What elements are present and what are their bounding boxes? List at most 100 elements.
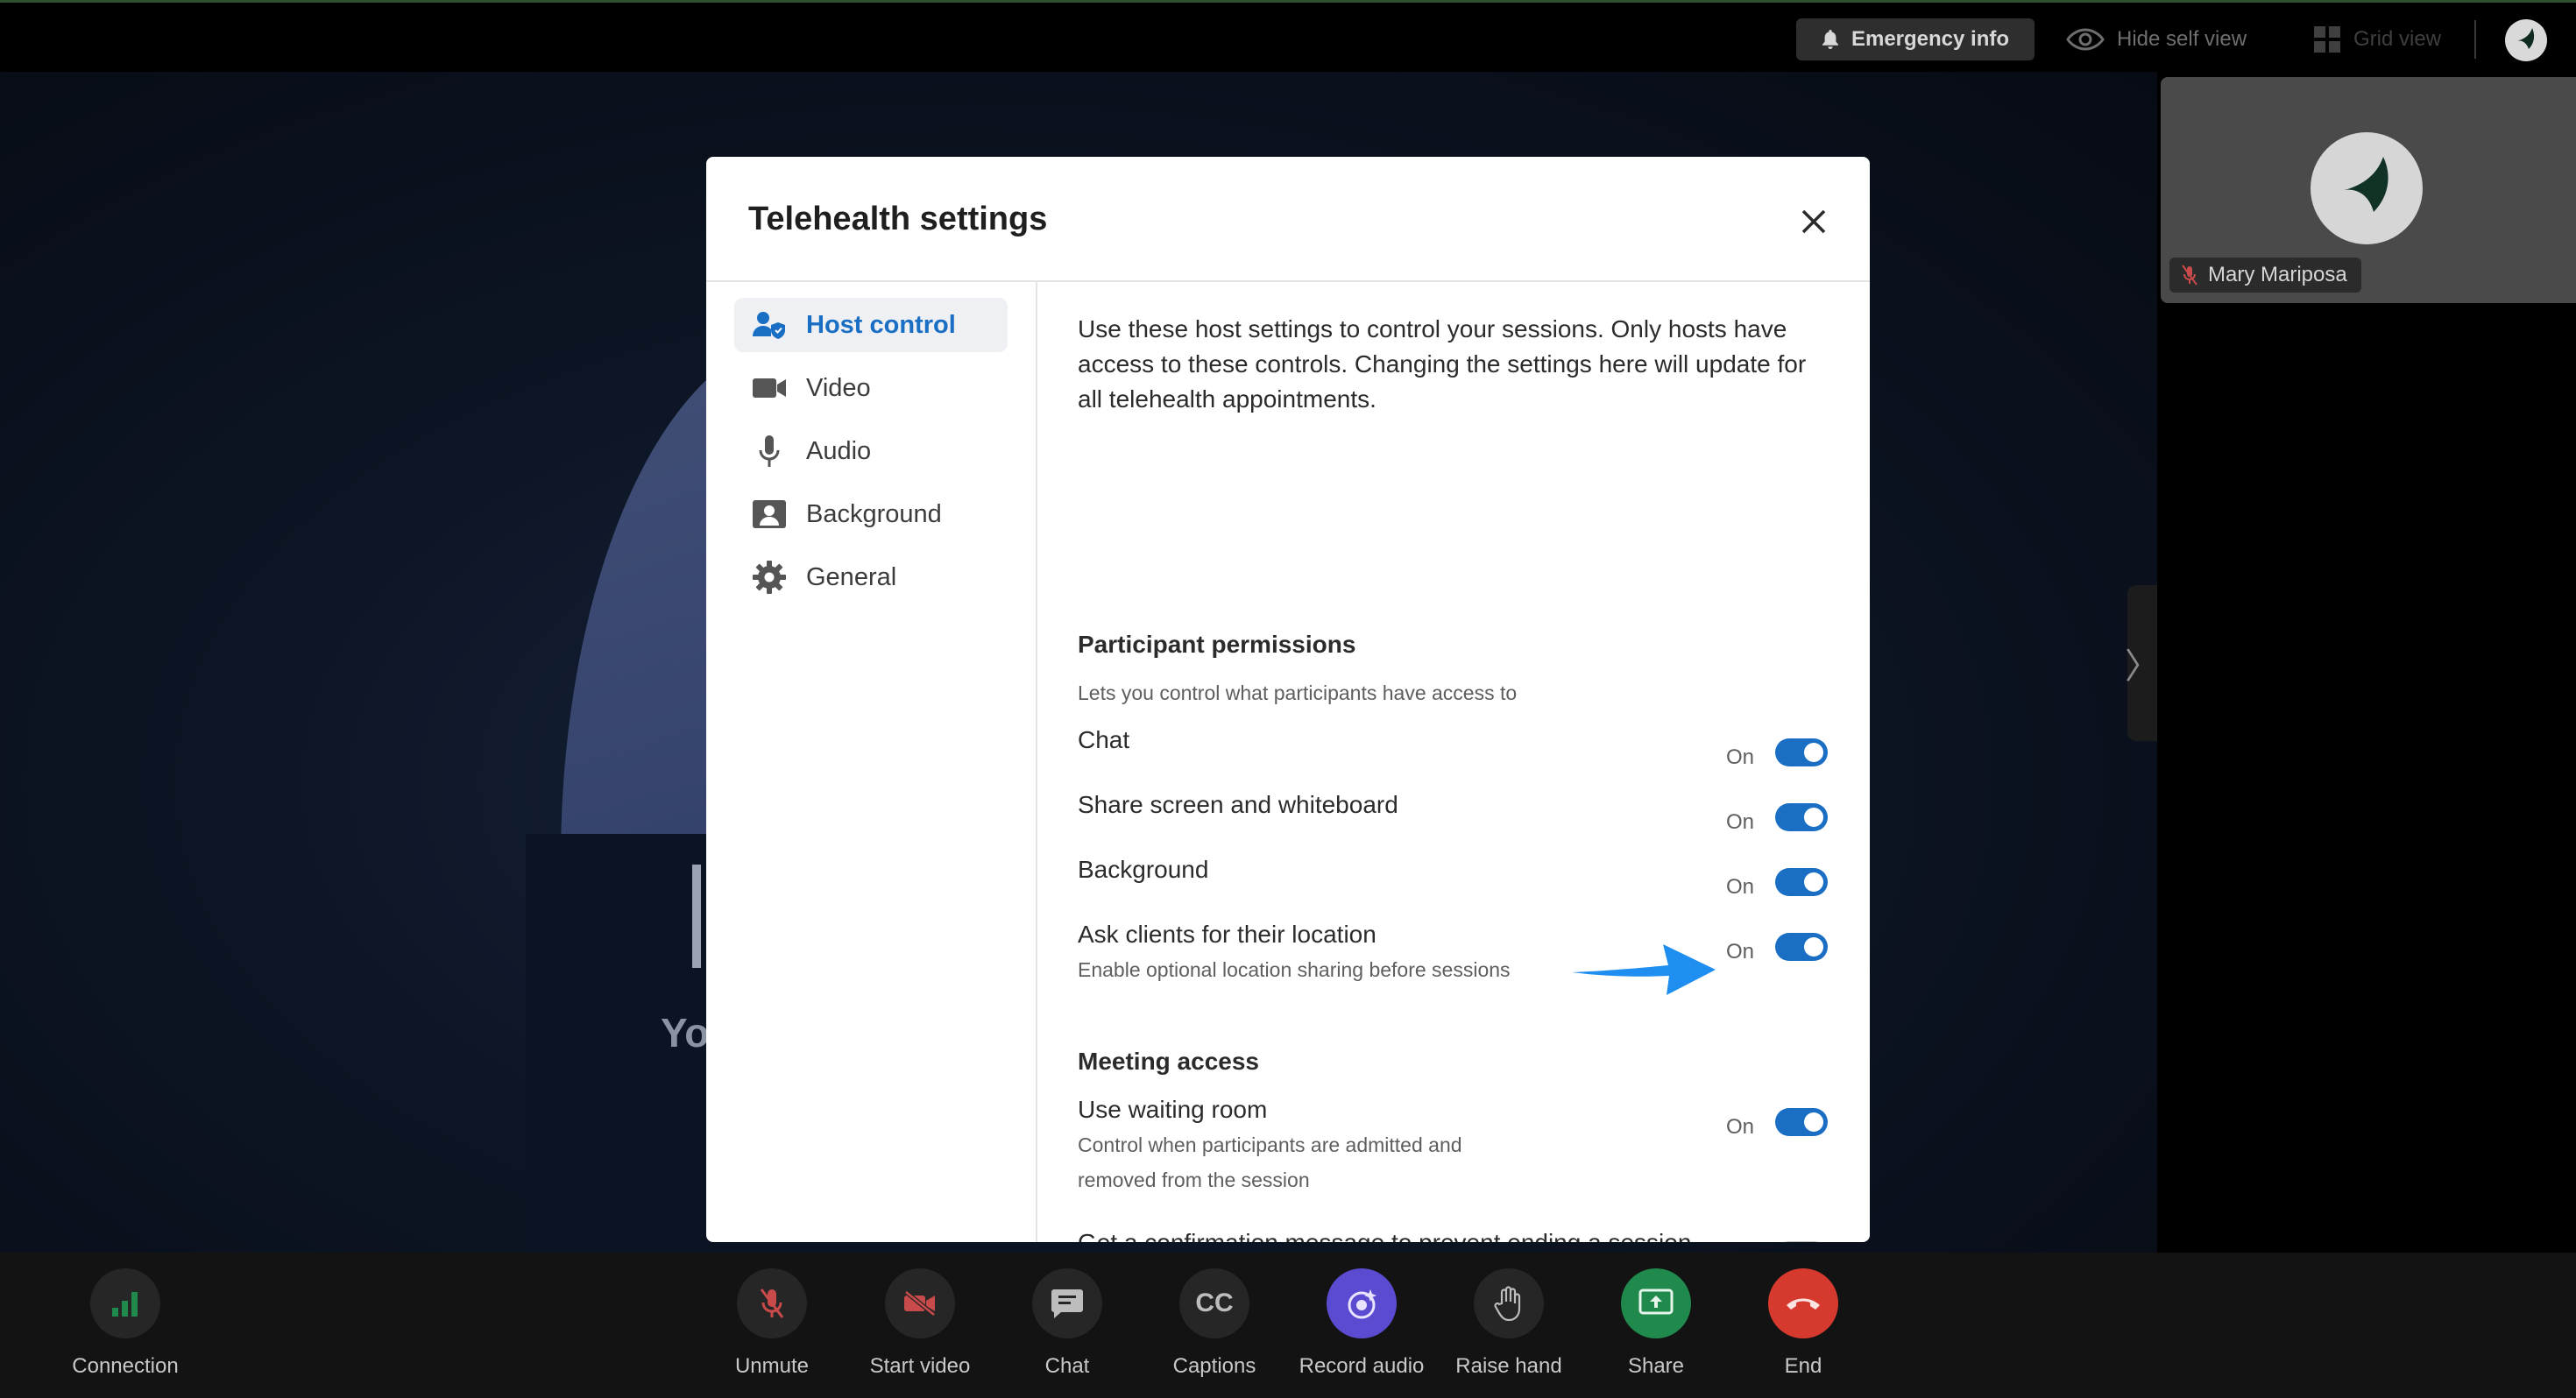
share-label: Share — [1627, 1354, 1685, 1378]
hide-self-view-label: Hide self view — [2117, 27, 2247, 51]
host-control-intro: Use these host settings to control your … — [1078, 315, 1807, 413]
emergency-info-button[interactable]: Emergency info — [1796, 18, 2035, 60]
connection-label: Connection — [72, 1354, 179, 1378]
participant-permissions-subtitle: Lets you control what participants have … — [1078, 681, 1518, 704]
raise-hand-button[interactable]: Raise hand — [1443, 1268, 1575, 1379]
captions-label: Captions — [1172, 1354, 1256, 1378]
setting-chat-label: Chat — [1078, 726, 1130, 753]
setting-share-screen-label: Share screen and whiteboard — [1078, 791, 1398, 818]
toggle-knob — [1804, 743, 1823, 762]
grid-view-button[interactable]: Grid view — [2313, 20, 2441, 59]
grid-view-label: Grid view — [2353, 27, 2442, 51]
waiting-room-toggle[interactable] — [1775, 1108, 1828, 1136]
topbar-divider — [2474, 20, 2476, 59]
end-call-label: End — [1784, 1354, 1822, 1378]
raise-hand-circle — [1474, 1268, 1544, 1338]
participant-permissions-title: Participant permissions — [1078, 631, 1356, 658]
bell-icon — [1822, 30, 1838, 49]
panel-expand-handle[interactable]: 〉 — [2125, 585, 2160, 741]
background-toggle[interactable] — [1775, 868, 1828, 896]
sidebar-item-host-control[interactable]: Host control — [734, 298, 1008, 352]
toggle-knob — [1804, 937, 1823, 957]
share-button[interactable]: Share — [1590, 1268, 1722, 1379]
sidebar-item-video[interactable]: Video — [734, 361, 1008, 415]
close-button[interactable] — [1794, 202, 1833, 241]
annotation-arrow-icon — [1572, 944, 1716, 995]
video-off-icon — [904, 1290, 936, 1317]
chat-button[interactable]: Chat — [1001, 1268, 1133, 1379]
eye-icon — [2066, 28, 2105, 51]
brand-logo-icon — [2505, 19, 2547, 61]
host-control-panel: Use these host settings to control your … — [1078, 282, 1831, 1242]
self-name-label: Mary Mariposa — [2208, 263, 2347, 286]
telehealth-settings-dialog: Telehealth settings Host control Video A… — [706, 157, 1870, 1242]
microphone-icon — [752, 434, 787, 469]
bottom-toolbar: Connection Unmute Start video Chat CC Ca… — [0, 1253, 2576, 1398]
self-view-tile: Mary Mariposa — [2161, 77, 2576, 303]
self-name-badge: Mary Mariposa — [2169, 258, 2361, 293]
setting-location-description: Enable optional location sharing before … — [1078, 958, 1511, 981]
setting-location-label: Ask clients for their location — [1078, 921, 1376, 948]
stage-graphic-bar — [692, 865, 701, 968]
start-video-label: Start video — [869, 1354, 971, 1378]
end-call-circle — [1768, 1268, 1838, 1338]
chat-label: Chat — [1044, 1354, 1090, 1378]
record-audio-button[interactable]: Record audio — [1296, 1268, 1427, 1379]
sidebar-item-audio[interactable]: Audio — [734, 424, 1008, 478]
unmute-circle — [737, 1268, 807, 1338]
share-screen-toggle[interactable] — [1775, 803, 1828, 831]
captions-button[interactable]: CC Captions — [1149, 1268, 1280, 1379]
hide-self-view-button[interactable]: Hide self view — [2066, 20, 2247, 59]
setting-background-label: Background — [1078, 856, 1209, 883]
unmute-label: Unmute — [734, 1354, 810, 1378]
meeting-access-title: Meeting access — [1078, 1048, 1259, 1075]
chevron-right-icon: 〉 — [2125, 647, 2160, 686]
record-audio-label: Record audio — [1299, 1354, 1425, 1378]
setting-waiting-room-state: On — [1725, 1115, 1754, 1139]
toggle-knob — [1804, 1112, 1823, 1132]
setting-chat-state: On — [1725, 745, 1754, 769]
participants-panel — [2157, 303, 2576, 1253]
start-video-button[interactable]: Start video — [854, 1268, 986, 1379]
captions-circle: CC — [1179, 1268, 1249, 1338]
sidebar-item-label: General — [806, 562, 897, 591]
start-video-circle — [885, 1268, 955, 1338]
connection-button[interactable]: Connection — [60, 1268, 191, 1379]
connection-circle — [90, 1268, 160, 1338]
setting-waiting-room-label: Use waiting room — [1078, 1096, 1268, 1123]
setting-share-screen-state: On — [1725, 810, 1754, 834]
unmute-button[interactable]: Unmute — [706, 1268, 838, 1379]
setting-waiting-room-description-2: removed from the session — [1078, 1169, 1310, 1191]
self-avatar-logo-icon — [2311, 132, 2423, 244]
share-circle — [1621, 1268, 1691, 1338]
chat-toggle[interactable] — [1775, 738, 1828, 766]
mic-muted-icon — [2182, 265, 2197, 286]
hand-icon — [1494, 1286, 1521, 1321]
gear-icon — [752, 560, 787, 595]
sidebar-item-label: Background — [806, 499, 942, 528]
host-control-icon — [752, 307, 787, 342]
chat-circle — [1032, 1268, 1102, 1338]
confirm-end-toggle[interactable] — [1775, 1241, 1828, 1242]
end-call-icon — [1787, 1298, 1820, 1310]
video-camera-icon — [752, 371, 787, 406]
end-call-button[interactable]: End — [1737, 1268, 1869, 1379]
stage-partial-text: Yo — [661, 1010, 710, 1056]
close-icon — [1801, 209, 1826, 234]
sidebar-item-label: Video — [806, 373, 871, 402]
sidebar-item-background[interactable]: Background — [734, 487, 1008, 541]
captions-icon: CC — [1195, 1289, 1234, 1317]
grid-icon — [2314, 26, 2340, 53]
record-audio-circle — [1327, 1268, 1397, 1338]
share-screen-icon — [1638, 1289, 1674, 1315]
setting-background-state: On — [1725, 875, 1754, 899]
background-icon — [752, 497, 787, 532]
location-toggle[interactable] — [1775, 933, 1828, 961]
setting-waiting-room-description-1: Control when participants are admitted a… — [1078, 1133, 1462, 1156]
signal-bars-icon — [112, 1292, 138, 1317]
dialog-header: Telehealth settings — [706, 157, 1870, 282]
sidebar-item-general[interactable]: General — [734, 550, 1008, 604]
dialog-title: Telehealth settings — [748, 201, 1048, 237]
telehealth-app: Emergency info Hide self view Grid view … — [0, 0, 2576, 1398]
settings-sidebar: Host control Video Audio Background Gene… — [706, 282, 1037, 1242]
